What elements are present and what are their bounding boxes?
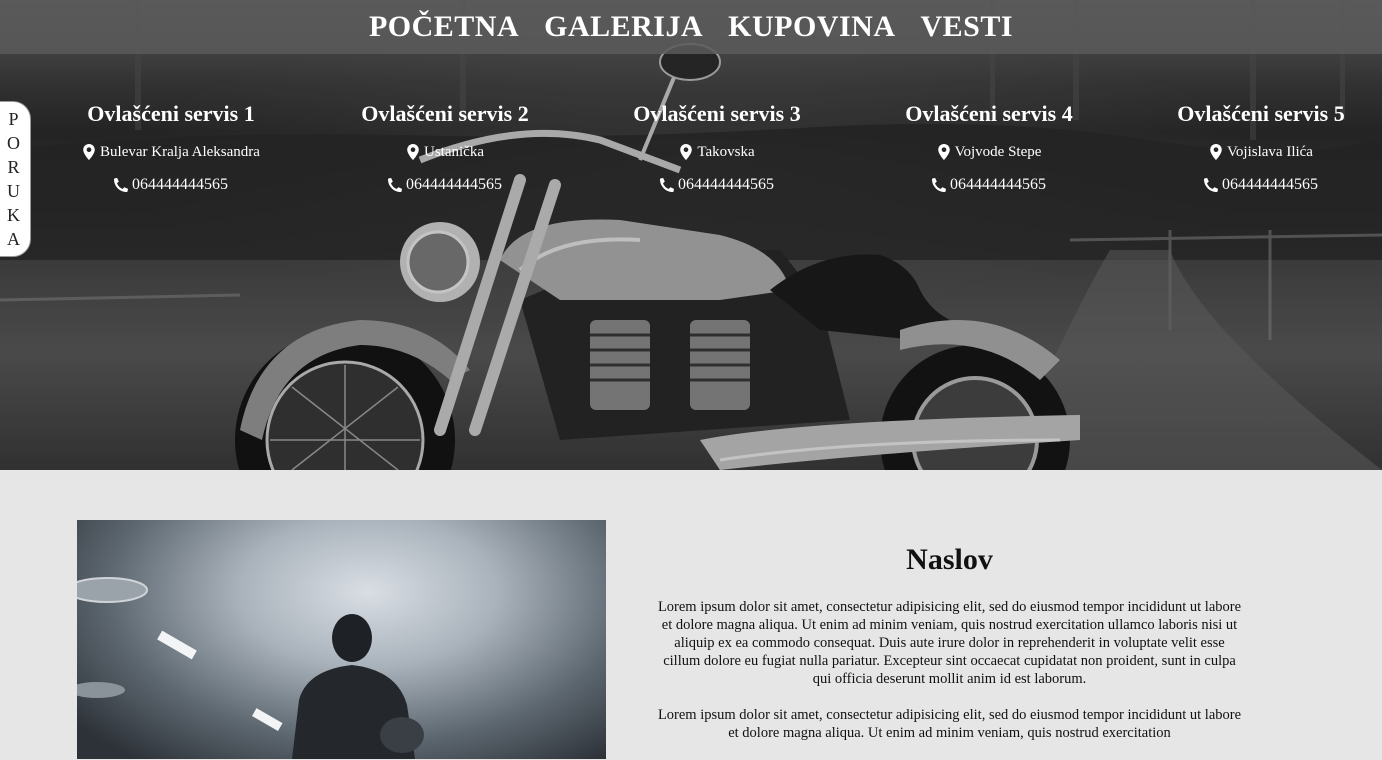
phone-icon <box>932 177 946 192</box>
map-marker-icon <box>83 144 95 160</box>
service-address: Vojislava Ilića <box>1141 142 1381 162</box>
service-address: Ustanička <box>325 142 565 162</box>
nav-galerija[interactable]: GALERIJA <box>544 10 703 44</box>
service-phone: 064444444565 <box>325 175 565 195</box>
poruka-letter: R <box>7 157 20 177</box>
nav-pocetna[interactable]: POČETNA <box>369 10 519 44</box>
poruka-letter: U <box>7 181 20 201</box>
article-image <box>77 520 606 759</box>
address-text: Vojvode Stepe <box>954 144 1042 160</box>
main-navbar: POČETNA GALERIJA KUPOVINA VESTI <box>0 0 1382 54</box>
service-phone: 064444444565 <box>597 175 837 195</box>
poruka-letter: P <box>8 109 19 129</box>
poruka-letter: K <box>7 205 20 225</box>
address-text: Vojislava Ilića <box>1227 144 1313 160</box>
service-list: Ovlašćeni servis 1 Bulevar Kralja Aleksa… <box>0 98 1382 208</box>
service-phone: 064444444565 <box>1141 175 1381 195</box>
phone-text: 064444444565 <box>678 176 774 193</box>
article-paragraph: Lorem ipsum dolor sit amet, consectetur … <box>657 707 1242 741</box>
poruka-letter: O <box>7 133 20 153</box>
service-address: Vojvode Stepe <box>869 142 1109 162</box>
service-phone: 064444444565 <box>51 175 291 195</box>
article-paragraph: Lorem ipsum dolor sit amet, consectetur … <box>657 599 1242 687</box>
biker-photo <box>77 577 424 759</box>
address-text: Ustanička <box>424 144 484 160</box>
phone-icon <box>660 177 674 192</box>
service-phone: 064444444565 <box>869 175 1109 195</box>
map-marker-icon <box>937 144 950 160</box>
poruka-letter: A <box>7 229 20 249</box>
phone-text: 064444444565 <box>132 176 228 193</box>
article: Naslov Lorem ipsum dolor sit amet, conse… <box>656 540 1243 760</box>
article-title: Naslov <box>906 543 993 576</box>
phone-text: 064444444565 <box>950 176 1046 193</box>
motorcycle-image <box>0 0 1382 470</box>
map-marker-icon <box>680 144 693 160</box>
address-text: Bulevar Kralja Aleksandra <box>100 144 260 160</box>
phone-icon <box>388 177 402 192</box>
phone-icon <box>1204 177 1218 192</box>
phone-text: 064444444565 <box>406 176 502 193</box>
service-name: Ovlašćeni servis 1 <box>87 101 255 126</box>
service-card: Ovlašćeni servis 4 Vojvode Stepe 0644444… <box>869 98 1109 195</box>
service-address: Bulevar Kralja Aleksandra <box>51 142 291 162</box>
hero-banner: POČETNA GALERIJA KUPOVINA VESTI Ovlašćen… <box>0 0 1382 470</box>
map-marker-icon <box>407 144 419 160</box>
service-name: Ovlašćeni servis 5 <box>1177 101 1345 126</box>
service-card: Ovlašćeni servis 1 Bulevar Kralja Aleksa… <box>51 98 291 195</box>
map-marker-icon <box>1210 144 1222 160</box>
nav-vesti[interactable]: VESTI <box>921 10 1014 44</box>
phone-text: 064444444565 <box>1222 176 1318 193</box>
service-card: Ovlašćeni servis 5 Vojislava Ilića 06444… <box>1141 98 1381 195</box>
address-text: Takovska <box>697 144 755 160</box>
service-name: Ovlašćeni servis 2 <box>361 101 529 126</box>
service-card: Ovlašćeni servis 2 Ustanička 06444444456… <box>325 98 565 195</box>
poruka-side-tab[interactable]: P O R U K A <box>0 101 31 257</box>
service-address: Takovska <box>597 142 837 162</box>
service-name: Ovlašćeni servis 3 <box>633 101 801 126</box>
phone-icon <box>114 177 128 192</box>
service-name: Ovlašćeni servis 4 <box>905 101 1073 126</box>
service-card: Ovlašćeni servis 3 Takovska 064444444565 <box>597 98 837 195</box>
nav-kupovina[interactable]: KUPOVINA <box>728 10 895 44</box>
